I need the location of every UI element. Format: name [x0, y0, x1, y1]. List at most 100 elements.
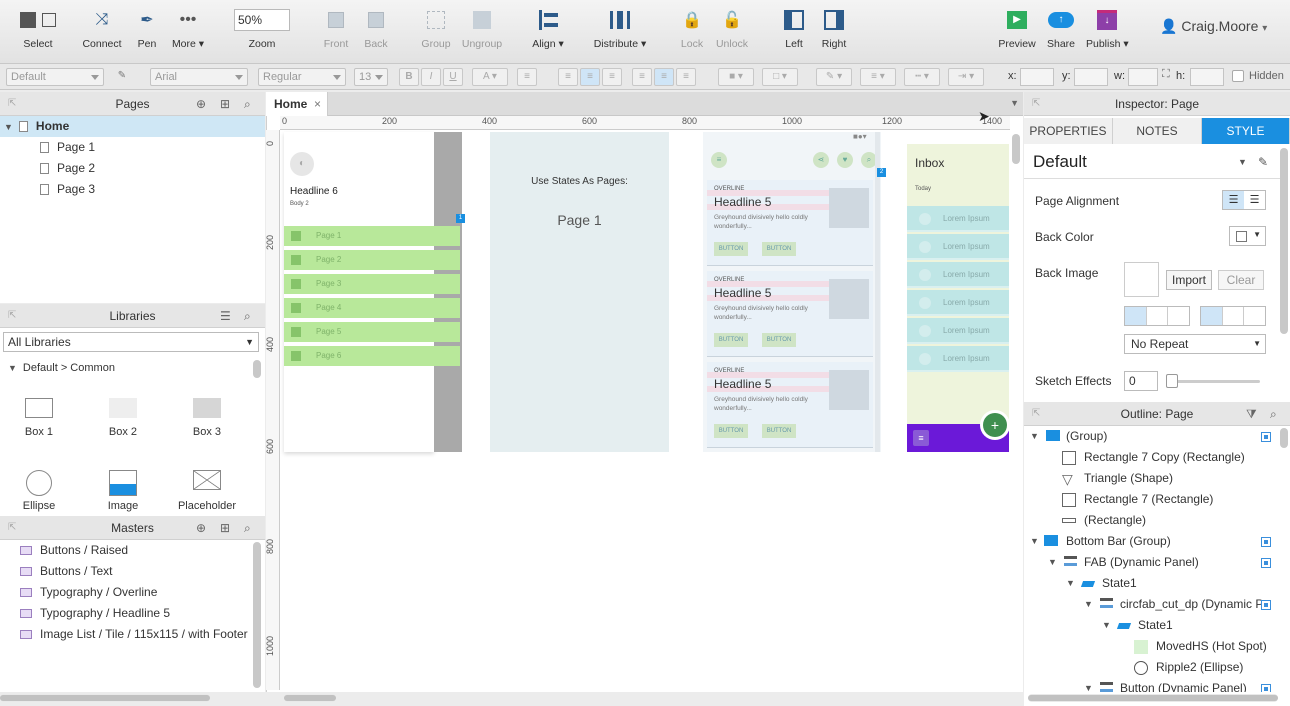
outline-row[interactable]: ▼ FAB (Dynamic Panel) [1024, 552, 1280, 573]
outline-row[interactable]: ▼ circfab_cut_dp (Dynamic P [1024, 594, 1280, 615]
add-icon[interactable]: + [983, 413, 1007, 437]
visibility-checkbox[interactable] [1261, 684, 1271, 692]
lock-button[interactable]: 🔒 Lock [678, 8, 706, 50]
distribute-button[interactable]: Distribute ▾ [592, 8, 648, 50]
search-icon[interactable]: ⌕ [244, 92, 251, 116]
image-valign-bottom-icon[interactable] [1244, 307, 1265, 325]
zoom-select[interactable]: 50% [234, 9, 290, 31]
align-center-icon[interactable]: ☰ [1244, 191, 1265, 209]
outline-horizontal-scrollbar[interactable] [1028, 694, 1278, 702]
image-align-right-icon[interactable] [1168, 307, 1189, 325]
font-weight-select[interactable]: Regular [258, 68, 346, 86]
pin-icon[interactable]: ⇱ [8, 516, 16, 540]
frame-scrollbar[interactable] [875, 132, 880, 452]
bring-front-button[interactable]: Front [322, 8, 350, 50]
send-back-button[interactable]: Back [362, 8, 390, 50]
master-item[interactable]: Typography / Overline [0, 582, 265, 603]
search-icon[interactable]: ⌕ [244, 304, 251, 328]
heart-icon[interactable]: ♥ [837, 152, 853, 168]
outline-scrollbar[interactable] [1280, 428, 1288, 448]
search-icon[interactable]: ⌕ [244, 516, 251, 540]
aspect-lock-icon[interactable]: ⛶ [1162, 68, 1170, 81]
master-item[interactable]: Image List / Tile / 115x115 / with Foote… [0, 624, 265, 645]
h-input[interactable] [1190, 68, 1224, 86]
drawer-row[interactable]: Page 2 [284, 250, 460, 270]
tab-menu-icon[interactable]: ▼ [1010, 98, 1019, 108]
hidden-checkbox[interactable] [1232, 70, 1244, 82]
card-button[interactable]: BUTTON [714, 424, 748, 438]
library-select[interactable]: All Libraries ▼ [3, 332, 259, 352]
visibility-checkbox[interactable] [1261, 537, 1271, 547]
x-input[interactable] [1020, 68, 1054, 86]
outline-row[interactable]: ▼ (Group) [1024, 426, 1280, 447]
close-icon[interactable]: × [314, 92, 321, 116]
frame-states-as-pages[interactable]: Use States As Pages: Page 1 [490, 132, 669, 452]
add-folder-icon[interactable]: ⊞ [220, 516, 230, 540]
card-button[interactable]: BUTTON [762, 242, 796, 256]
inbox-row[interactable]: Lorem Ipsum [907, 318, 1009, 344]
drawer-row[interactable]: Page 3 [284, 274, 460, 294]
card[interactable]: OVERLINE Headline 5 Greyhound divisively… [707, 362, 873, 448]
arrow-style-icon[interactable]: ⇥ ▾ [948, 68, 984, 86]
canvas-horizontal-scrollbar[interactable] [284, 694, 336, 702]
outline-row[interactable]: ▽ Triangle (Shape) [1024, 468, 1280, 489]
drawer-row[interactable]: Page 5 [284, 322, 460, 342]
shadow-icon[interactable]: □ ▾ [762, 68, 798, 86]
back-color-picker[interactable]: ▼ [1229, 226, 1266, 246]
font-select[interactable]: Arial [150, 68, 248, 86]
outline-row[interactable]: MovedHS (Hot Spot) [1024, 636, 1280, 657]
add-folder-icon[interactable]: ⊞ [220, 92, 230, 116]
menu-icon[interactable]: ☰ [220, 304, 231, 328]
outline-row[interactable]: Ripple2 (Ellipse) [1024, 657, 1280, 678]
tab-properties[interactable]: PROPERTIES [1024, 118, 1113, 144]
add-page-icon[interactable]: ⊕ [196, 92, 206, 116]
tab-home[interactable]: Home × [266, 92, 328, 116]
align-button[interactable]: Align ▾ [530, 8, 566, 50]
pin-icon[interactable]: ⇱ [8, 92, 16, 116]
group-button[interactable]: Group [420, 8, 452, 50]
inbox-row[interactable]: Lorem Ipsum [907, 346, 1009, 372]
align-left-text-icon[interactable]: ≡ [558, 68, 578, 86]
inbox-row[interactable]: Lorem Ipsum [907, 234, 1009, 260]
master-item[interactable]: Buttons / Text [0, 561, 265, 582]
pin-icon[interactable]: ⇱ [8, 304, 16, 328]
inbox-row[interactable]: Lorem Ipsum [907, 206, 1009, 232]
page-tree-home[interactable]: ▼ Home [0, 116, 265, 137]
card-button[interactable]: BUTTON [714, 333, 748, 347]
library-group[interactable]: ▼ Default > Common [8, 362, 115, 374]
preview-button[interactable]: ▶ Preview [998, 8, 1036, 50]
sketch-effects-input[interactable]: 0 [1124, 371, 1158, 391]
menu-icon[interactable]: ≡ [913, 430, 929, 446]
valign-bottom-icon[interactable]: ≡ [676, 68, 696, 86]
fill-color-icon[interactable]: ■ ▾ [718, 68, 754, 86]
style-select[interactable]: Default [6, 68, 104, 86]
w-input[interactable] [1128, 68, 1158, 86]
font-color-icon[interactable]: A ▾ [472, 68, 508, 86]
outline-row[interactable]: ▼ Button (Dynamic Panel) [1024, 678, 1280, 692]
valign-middle-icon[interactable]: ≡ [654, 68, 674, 86]
font-size-select[interactable]: 13 [354, 68, 388, 86]
master-item[interactable]: Buttons / Raised [0, 540, 265, 561]
outline-row[interactable]: ▼ Bottom Bar (Group) [1024, 531, 1280, 552]
more-tools-button[interactable]: ••• More ▾ [170, 8, 206, 50]
line-color-icon[interactable]: ✎ ▾ [816, 68, 852, 86]
user-menu[interactable]: 👤 Craig.Moore ▾ [1160, 18, 1267, 35]
share-icon[interactable]: ⋖ [813, 152, 829, 168]
outline-row[interactable]: Rectangle 7 Copy (Rectangle) [1024, 447, 1280, 468]
page-style-name[interactable]: Default [1033, 152, 1087, 172]
clear-button[interactable]: Clear [1218, 270, 1264, 290]
tab-style[interactable]: STYLE [1202, 118, 1290, 144]
import-button[interactable]: Import [1166, 270, 1212, 290]
unlock-button[interactable]: 🔓 Unlock [714, 8, 750, 50]
image-align-left-icon[interactable] [1125, 307, 1147, 325]
add-master-icon[interactable]: ⊕ [196, 516, 206, 540]
card[interactable]: OVERLINE Headline 5 Greyhound divisively… [707, 271, 873, 357]
visibility-checkbox[interactable] [1261, 600, 1271, 610]
ungroup-button[interactable]: Ungroup [460, 8, 504, 50]
card-button[interactable]: BUTTON [762, 333, 796, 347]
outline-row[interactable]: ▼ State1 [1024, 615, 1280, 636]
page-tree-item[interactable]: Page 3 [0, 179, 265, 200]
image-valign-top-icon[interactable] [1201, 307, 1223, 325]
left-panel-toggle[interactable]: Left [780, 8, 808, 50]
image-valign-middle-icon[interactable] [1223, 307, 1245, 325]
